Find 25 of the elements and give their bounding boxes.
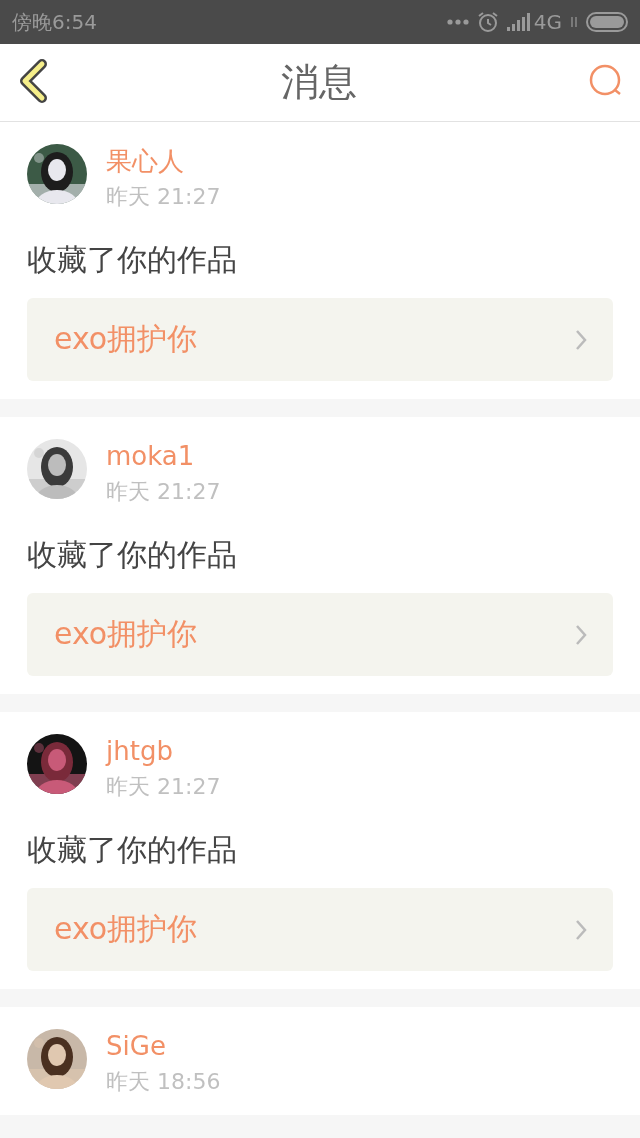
signal-icon	[506, 13, 531, 31]
status-time: 傍晚6:54	[12, 8, 97, 36]
user-name[interactable]: jhtgb	[106, 734, 221, 768]
work-link[interactable]: exo拥护你	[27, 593, 613, 676]
work-link[interactable]: exo拥护你	[27, 298, 613, 381]
chevron-right-icon	[575, 328, 587, 351]
page-title: 消息	[281, 59, 357, 106]
message-time: 昨天 21:27	[106, 183, 221, 211]
message-text: 收藏了你的作品	[27, 536, 238, 574]
alarm-clock-icon	[476, 11, 499, 33]
work-link[interactable]: exo拥护你	[27, 888, 613, 971]
message-text: 收藏了你的作品	[27, 241, 238, 279]
network-type: 4G	[533, 10, 562, 34]
user-name[interactable]: 果心人	[106, 144, 221, 178]
message-time: 昨天 18:56	[106, 1068, 221, 1096]
message-text: 收藏了你的作品	[27, 831, 238, 869]
chevron-right-icon	[575, 623, 587, 646]
user-name[interactable]: SiGe	[106, 1029, 221, 1063]
more-dots-icon	[446, 19, 469, 25]
message-time: 昨天 21:27	[106, 478, 221, 506]
data-arrows-icon	[570, 17, 578, 27]
user-name[interactable]: moka1	[106, 439, 221, 473]
message-time: 昨天 21:27	[106, 773, 221, 801]
battery-icon	[586, 12, 628, 32]
chevron-right-icon	[575, 918, 587, 941]
